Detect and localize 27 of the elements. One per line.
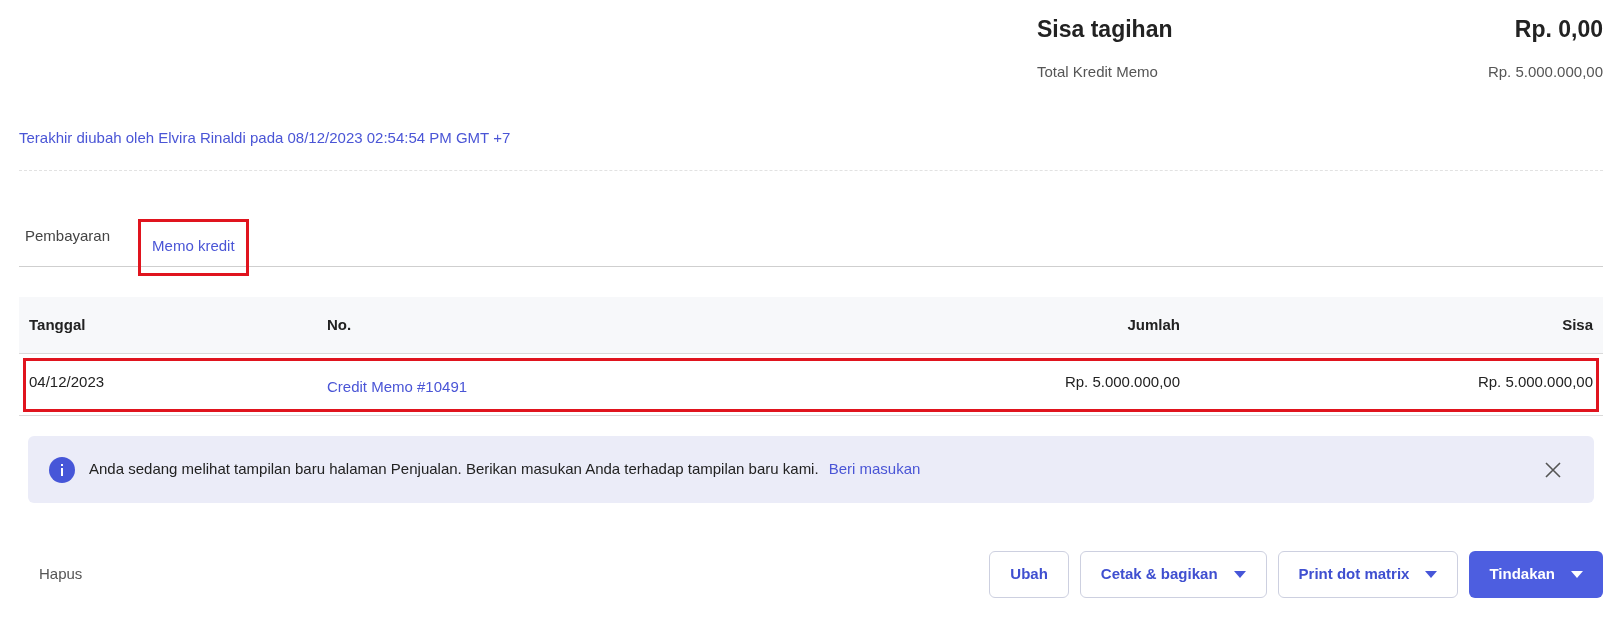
summary-label: Sisa tagihan bbox=[1037, 14, 1173, 44]
column-header: Tanggal bbox=[28, 314, 87, 335]
tab[interactable]: Pembayaran bbox=[19, 209, 119, 266]
banner-text: Anda sedang melihat tampilan baru halaman Penjualan. Berikan masukan Anda terhadap tampilan baru kami. bbox=[89, 459, 819, 480]
column-header: No. bbox=[326, 314, 353, 335]
summary-value: Rp. 5.000.000,00 bbox=[1487, 61, 1603, 82]
memo-link[interactable]: Credit Memo #10491 bbox=[317, 376, 800, 399]
action-button[interactable]: Tindakan bbox=[1469, 551, 1603, 598]
action-button[interactable]: Cetak & bagikan bbox=[1079, 551, 1267, 598]
delete-button[interactable]: Hapus bbox=[39, 563, 83, 586]
summary-label: Total Kredit Memo bbox=[1037, 61, 1158, 82]
column-header: Jumlah bbox=[1126, 314, 1181, 335]
caret-icon bbox=[1425, 571, 1438, 578]
table-cell-text: Rp. 5.000.000,00 bbox=[1063, 372, 1181, 392]
caret-icon bbox=[1233, 571, 1246, 578]
info-icon bbox=[49, 456, 75, 483]
tab[interactable]: Memo kredit bbox=[138, 219, 249, 276]
feedback-link[interactable]: Beri masukan bbox=[828, 458, 921, 481]
column-header: Sisa bbox=[1561, 314, 1594, 335]
caret-icon bbox=[1571, 571, 1583, 578]
action-button[interactable]: Print dot matrix bbox=[1277, 551, 1459, 598]
summary-value: Rp. 0,00 bbox=[1514, 14, 1603, 44]
table-cell-text: 04/12/2023 bbox=[28, 372, 106, 392]
close-icon[interactable] bbox=[1545, 461, 1561, 478]
last-modified-text: Terakhir diubah oleh Elvira Rinaldi pada 08/12/2023 02:54:54 PM GMT +7 bbox=[19, 129, 511, 146]
table-cell-text: Rp. 5.000.000,00 bbox=[1476, 372, 1594, 392]
action-button[interactable]: Ubah bbox=[989, 551, 1069, 598]
